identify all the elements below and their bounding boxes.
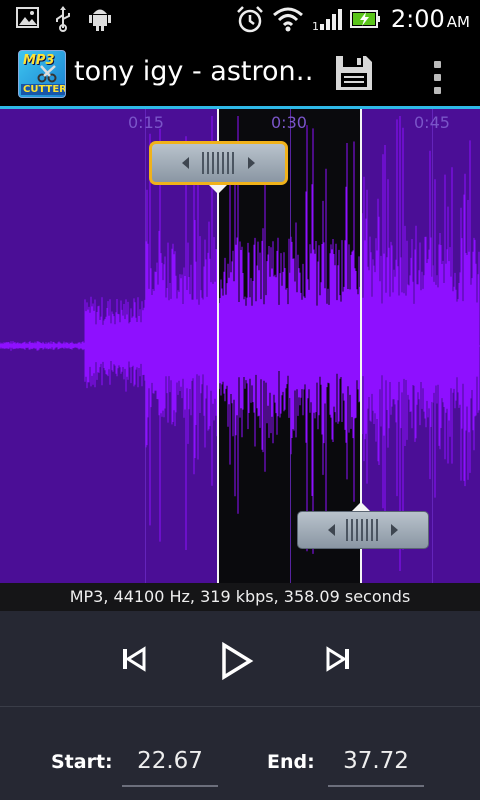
play-button[interactable] (214, 639, 258, 683)
alarm-icon (237, 6, 263, 33)
action-bar: MP3 CUTTER tony igy - astron… (0, 38, 480, 106)
clock-ampm: AM (446, 13, 470, 31)
grip-icon (346, 519, 380, 541)
wifi-icon (273, 7, 303, 32)
end-time-field[interactable]: 37.72 (328, 737, 424, 787)
start-label: Start: (51, 751, 113, 773)
right-arrow-icon (391, 524, 398, 536)
status-bar: 1 2:00 AM (0, 0, 480, 38)
signal-icon: 1 (312, 9, 342, 32)
playback-controls (0, 611, 480, 706)
overflow-menu-dot (434, 74, 441, 81)
overflow-menu-button[interactable] (422, 52, 454, 96)
waveform-view[interactable]: 0:15 0:30 0:45 (0, 109, 480, 583)
save-button[interactable] (326, 52, 382, 96)
gallery-icon (16, 7, 39, 28)
right-arrow-icon (248, 157, 255, 169)
overflow-menu-dot (434, 87, 441, 94)
battery-charging-icon (350, 10, 380, 28)
range-panel: Start: 22.67 End: 37.72 (0, 707, 480, 800)
usb-icon (56, 6, 70, 32)
clock-time: 2:00 (390, 5, 445, 33)
scissors-icon (37, 65, 57, 83)
start-time-field[interactable]: 22.67 (122, 737, 218, 787)
app-logo-text-bottom: CUTTER (21, 84, 65, 95)
end-marker-handle[interactable] (297, 511, 429, 549)
end-label: End: (267, 751, 315, 773)
svg-text:1: 1 (312, 20, 319, 32)
page-title: tony igy - astron… (74, 56, 314, 87)
save-icon (336, 56, 372, 90)
skip-back-button[interactable] (114, 639, 154, 679)
left-arrow-icon (328, 524, 335, 536)
clock: 2:00 AM (391, 5, 470, 33)
start-marker-notch (209, 185, 227, 194)
start-marker-handle[interactable] (149, 141, 288, 185)
app-logo[interactable]: MP3 CUTTER (18, 50, 66, 98)
left-arrow-icon (182, 157, 189, 169)
grip-icon (201, 152, 236, 174)
overflow-menu-icon (434, 61, 441, 68)
skip-forward-button[interactable] (318, 639, 358, 679)
file-info: MP3, 44100 Hz, 319 kbps, 358.09 seconds (0, 583, 480, 611)
android-debug-icon (89, 9, 111, 31)
end-marker-notch (352, 502, 370, 511)
